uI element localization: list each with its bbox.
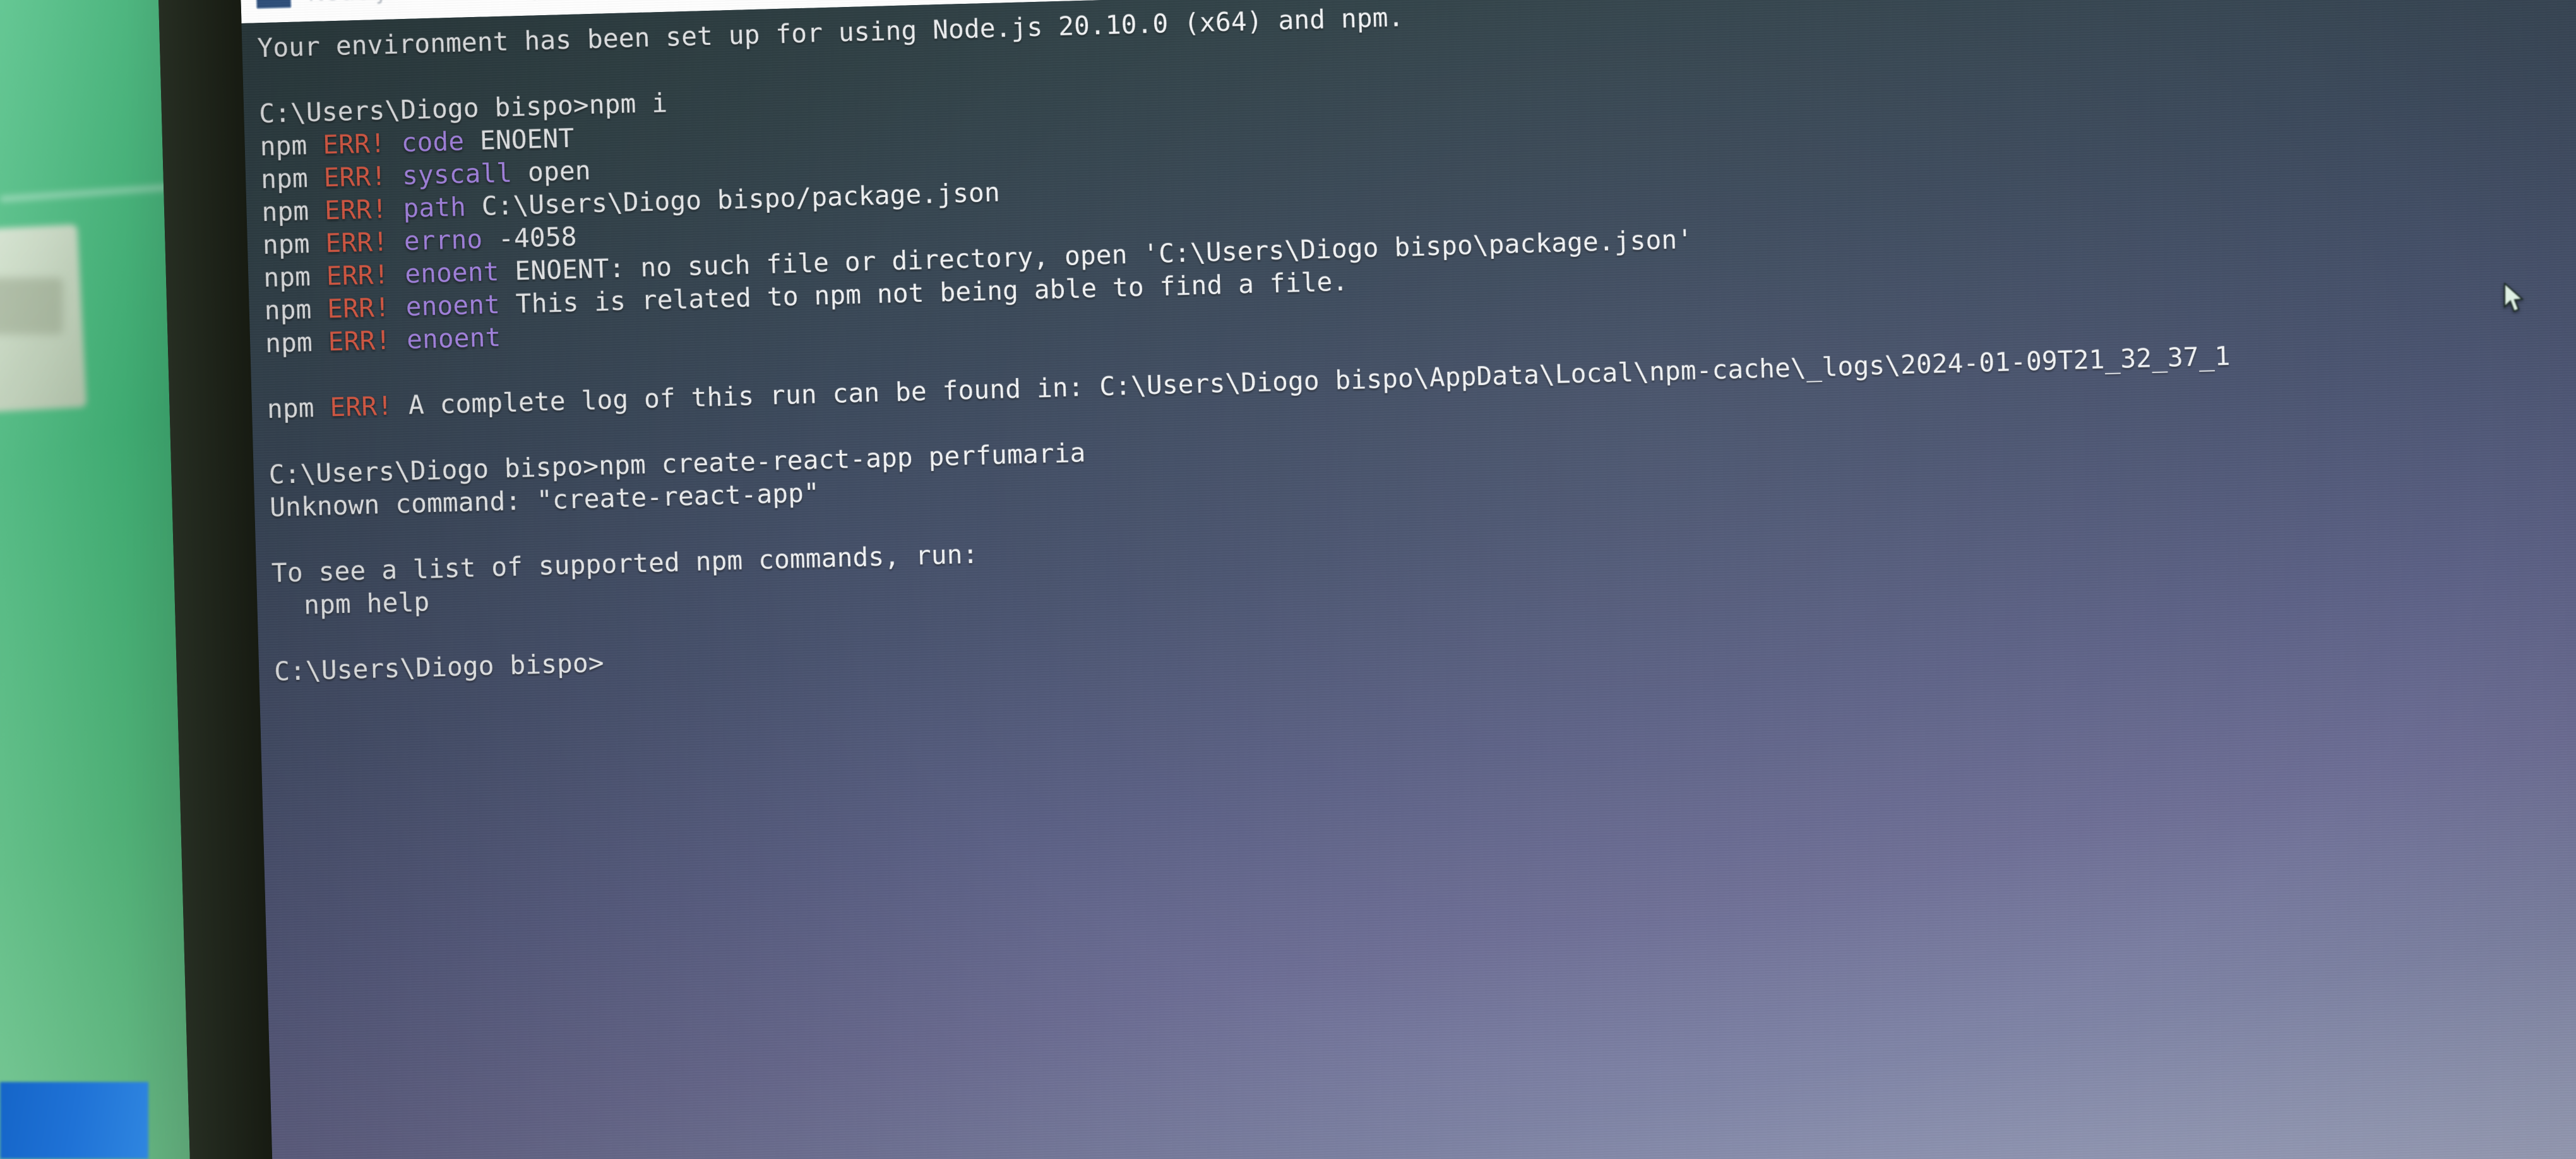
blue-object xyxy=(0,1082,148,1159)
npm-error-message: ENOENT xyxy=(463,122,575,157)
console-icon xyxy=(255,0,292,9)
npm-error-message: open xyxy=(511,155,592,188)
npm-error-key: enoent xyxy=(390,322,502,355)
npm-error-badge: ERR! xyxy=(326,259,390,292)
npm-error-badge: ERR! xyxy=(322,128,386,160)
npm-label: npm xyxy=(260,162,325,195)
terminal-output[interactable]: Your environment has been set up for usi… xyxy=(241,0,2576,1159)
npm-error-badge: ERR! xyxy=(324,193,388,226)
npm-label: npm xyxy=(264,294,328,326)
npm-error-key: code xyxy=(385,126,465,158)
npm-label: npm xyxy=(261,195,325,228)
npm-label: npm xyxy=(263,261,327,294)
npm-label: npm xyxy=(266,392,331,425)
shell-command: npm i xyxy=(588,87,668,121)
shell-prompt: C:\Users\Diogo bispo> xyxy=(273,647,605,687)
monitor-screen: Node.js command prompt Your environment … xyxy=(240,0,2576,1159)
terminal-line-list: Your environment has been set up for usi… xyxy=(257,0,2576,688)
npm-error-key: path xyxy=(386,191,467,224)
photograph-of-screen: Node.js command prompt Your environment … xyxy=(0,0,2576,1159)
npm-label: npm xyxy=(265,326,329,359)
npm-error-badge: ERR! xyxy=(323,160,387,193)
npm-error-key: syscall xyxy=(386,157,513,191)
npm-error-badge: ERR! xyxy=(326,292,391,324)
npm-error-key: errno xyxy=(388,223,483,257)
npm-error-key: enoent xyxy=(388,256,500,290)
npm-error-badge: ERR! xyxy=(328,324,391,357)
npm-error-badge: ERR! xyxy=(325,226,389,259)
window-title: Node.js command prompt xyxy=(307,0,619,6)
npm-error-key: enoent xyxy=(390,289,501,323)
npm-error-badge: ERR! xyxy=(329,390,393,423)
npm-label: npm xyxy=(259,129,323,162)
npm-error-message: -4058 xyxy=(482,221,578,254)
npm-label: npm xyxy=(262,228,326,261)
